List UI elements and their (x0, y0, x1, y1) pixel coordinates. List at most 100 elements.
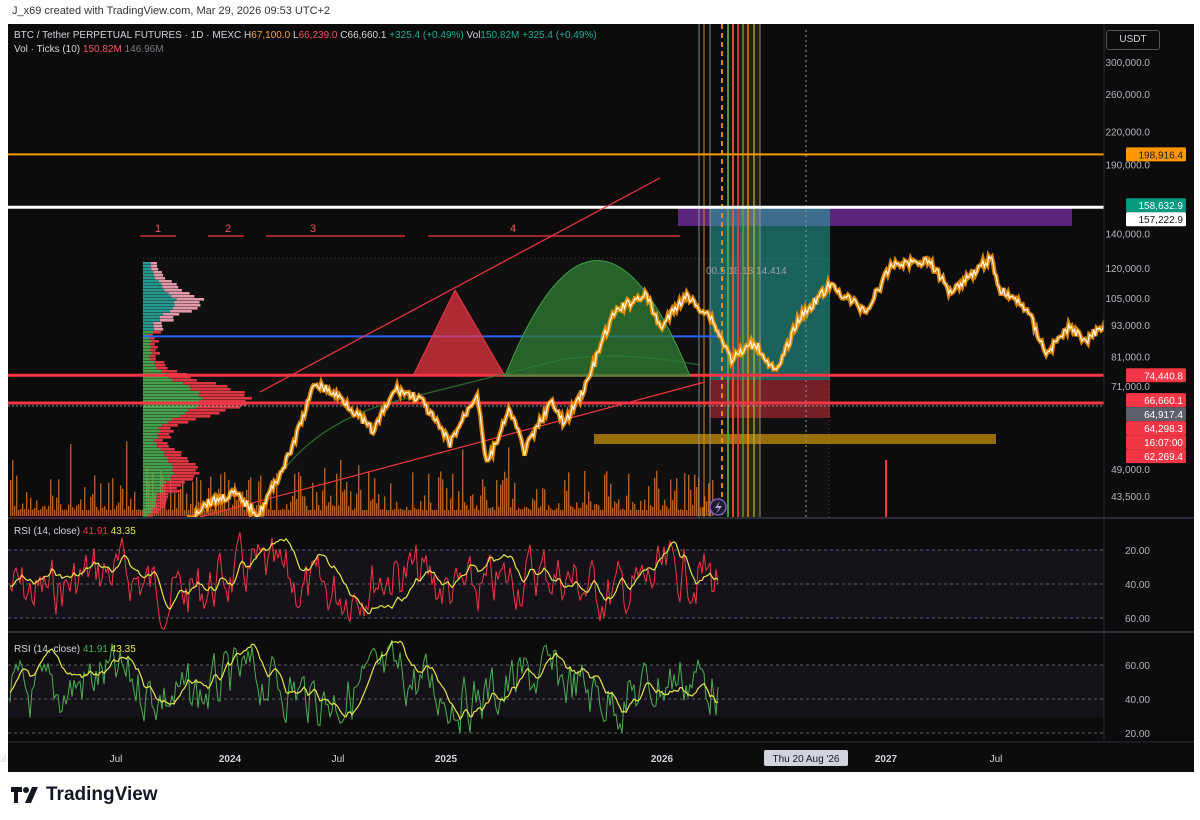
volume-bar (94, 475, 96, 516)
volume-bar (44, 505, 46, 516)
price-tag-label: 74,440.8 (1144, 371, 1183, 382)
time-tick-label: 2027 (875, 754, 898, 765)
price-tick-label: 220,000.0 (1106, 128, 1151, 139)
volume-bar (84, 487, 86, 516)
volume-bar (38, 509, 40, 516)
volume-bar (100, 483, 102, 516)
crosshair-date-label: Thu 20 Aug '26 (773, 754, 840, 765)
volume-bar (34, 507, 36, 516)
rsi-legend-2: RSI (14, close) 41.91 43.35 (14, 644, 136, 655)
wave-annotation-label: 3 (310, 223, 316, 235)
volume-bar (74, 509, 76, 516)
volume-bar (138, 509, 140, 516)
price-tick-label: 49,000.0 (1111, 465, 1150, 476)
volume-bar (26, 491, 28, 516)
volume-bar (20, 509, 22, 516)
price-tag-label: 64,917.4 (1144, 410, 1183, 421)
support-zone (594, 434, 996, 444)
volume-bar (50, 479, 52, 516)
symbol-name: BTC / Tether PERPETUAL FUTURES · 1D · ME… (14, 30, 242, 41)
volume-bar (88, 509, 90, 516)
volume-legend: Vol · Ticks (10) 150.82M 146.96M (14, 44, 164, 55)
volume-bar (48, 505, 50, 516)
footer-brand: TradingView (10, 784, 158, 806)
volume-legend-v2: 146.96M (124, 44, 164, 55)
volume-bar (104, 506, 106, 516)
price-tick-label: 71,000.0 (1111, 382, 1150, 393)
volume-bar (24, 509, 26, 516)
rsi-tick-label: 40.00 (1125, 695, 1150, 706)
rsi-ma-value-2: 43.35 (110, 644, 136, 655)
price-tick-label: 81,000.0 (1111, 352, 1150, 363)
volume-bar (76, 505, 78, 516)
volume-bar (16, 475, 18, 516)
close-value: 66,660.1 (347, 30, 387, 41)
volume-bar (106, 509, 108, 516)
volume-bar (28, 509, 30, 516)
time-tick-label: Jul (0, 754, 6, 765)
time-tick-label: Jul (990, 754, 1003, 765)
time-tick-label: Jul (110, 754, 123, 765)
volume-bar (10, 479, 12, 516)
volume-bar (62, 509, 64, 516)
close-label: C (340, 30, 348, 41)
screenshot-frame: J_x69 created with TradingView.com, Mar … (0, 0, 1200, 820)
volume-bar (70, 443, 72, 516)
symbol-legend: BTC / Tether PERPETUAL FUTURES · 1D · ME… (14, 29, 597, 43)
volume-bar (40, 509, 42, 516)
volume-bar (42, 506, 44, 516)
time-tick-label: 2025 (435, 754, 458, 765)
wave-annotation-label: 4 (510, 223, 516, 235)
rsi-ma-value-1: 43.35 (110, 526, 136, 537)
volume-bar (98, 509, 100, 516)
volume-bar (118, 502, 120, 516)
rsi-tick-label: 20.00 (1125, 546, 1150, 557)
volume-bar (80, 499, 82, 516)
rsi-pane-2 (8, 639, 1104, 734)
rsi-tick-label: 60.00 (1125, 661, 1150, 672)
volume-bar (128, 506, 130, 516)
rsi-value-1: 41.91 (82, 526, 108, 537)
volume-legend-v1: 150.82M (82, 44, 122, 55)
price-tick-label: 43,500.0 (1111, 492, 1150, 503)
volume-bar (96, 506, 98, 516)
rsi-tick-label: 20.00 (1125, 729, 1150, 740)
volume-bar (90, 496, 92, 516)
volume-legend-label: Vol · Ticks (10) (14, 44, 81, 55)
currency-button[interactable]: USDT (1106, 30, 1160, 50)
volume-bar (134, 491, 136, 516)
vol-change-value: +325.4 (+0.49%) (522, 30, 597, 41)
volume-bar (60, 504, 62, 516)
high-value: 67,100.0 (251, 30, 291, 41)
vol-label: Vol (466, 30, 481, 41)
volume-bar (82, 509, 84, 516)
time-tick-label: 2024 (219, 754, 242, 765)
price-tag-label: 66,660.1 (1144, 396, 1183, 407)
volume-bar (72, 507, 74, 516)
price-tag-label: 16:07:00 (1144, 438, 1183, 449)
wave-annotation-label: 2 (225, 223, 231, 235)
volume-bar (86, 509, 88, 516)
price-chart[interactable]: 00.5 18.18 14.414 1234 300,000.0260,000.… (0, 0, 1200, 820)
annotations: 1 2 3 4 (140, 223, 680, 237)
price-tick-label: 120,000.0 (1106, 264, 1151, 275)
volume-bar (56, 497, 58, 516)
volume-bar (64, 509, 66, 516)
price-tag-label: 62,269.4 (1144, 452, 1183, 463)
rsi-pane-1 (8, 532, 1104, 630)
volume-bar (92, 494, 94, 516)
volume-bar (14, 505, 16, 516)
volume-bar (110, 509, 112, 516)
volume-bar (102, 507, 104, 516)
volume-bar (108, 482, 110, 516)
volume-bar (32, 509, 34, 516)
time-tick-label: 2026 (651, 754, 674, 765)
price-tick-label: 190,000.0 (1106, 161, 1151, 172)
change-value: +325.4 (+0.49%) (389, 30, 464, 41)
volume-bar (132, 510, 134, 516)
volume-bar (124, 509, 126, 516)
rsi-tick-label: 60.00 (1125, 614, 1150, 625)
volume-bar (78, 504, 80, 516)
rsi-tick-label: 40.00 (1125, 580, 1150, 591)
price-tag-label: 64,298.3 (1144, 424, 1183, 435)
